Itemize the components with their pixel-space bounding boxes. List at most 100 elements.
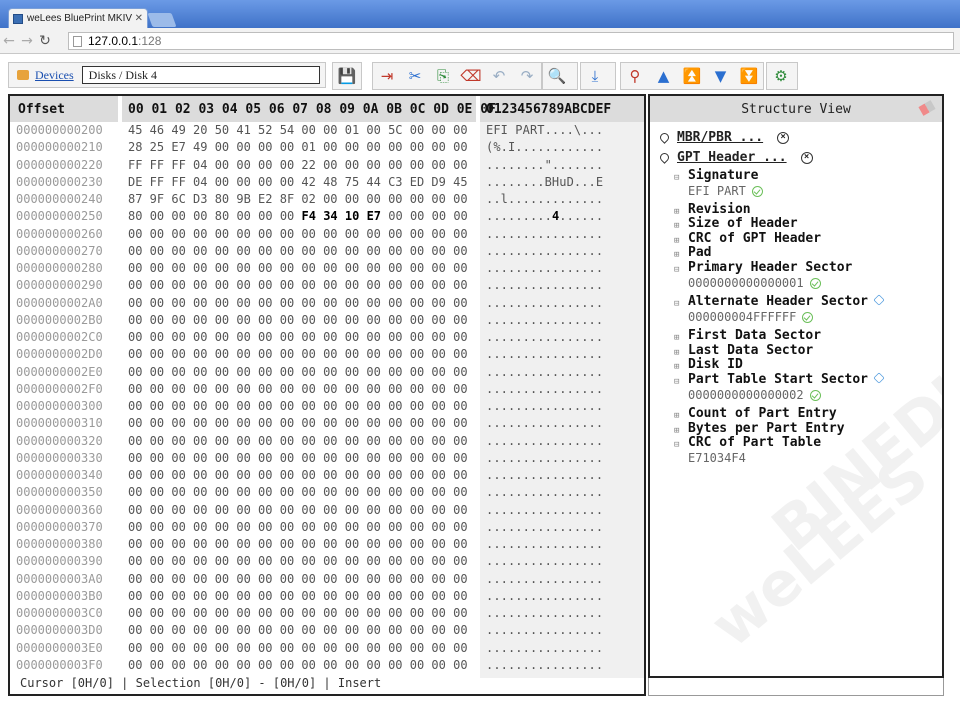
row-ascii[interactable]: ................ [486,571,603,588]
tree-root-mbr[interactable]: MBR/PBR ... × [658,130,790,145]
row-ascii[interactable]: ................ [486,364,603,381]
hex-row[interactable]: 0000000002A0 00 00 00 00 00 00 00 00 00 0… [10,295,644,312]
row-bytes[interactable]: 00 00 00 00 00 00 00 00 00 00 00 00 00 0… [128,243,468,260]
hex-row[interactable]: 000000000280 00 00 00 00 00 00 00 00 00 0… [10,260,644,277]
hex-rows[interactable]: 000000000200 45 46 49 20 50 41 52 54 00 0… [10,122,644,674]
expander-icon[interactable]: ⊞ [674,250,680,260]
row-ascii[interactable]: (%.I............ [486,139,603,156]
row-bytes[interactable]: 00 00 00 00 00 00 00 00 00 00 00 00 00 0… [128,260,468,277]
expander-icon[interactable]: ⊞ [674,221,680,231]
field-size-header[interactable]: Size of Header [688,216,798,231]
row-ascii[interactable]: ................ [486,398,603,415]
expander-icon[interactable]: ⊟ [674,299,680,309]
row-bytes[interactable]: 00 00 00 00 00 00 00 00 00 00 00 00 00 0… [128,450,468,467]
close-circle-icon[interactable]: × [777,131,790,144]
hex-row[interactable]: 0000000002C0 00 00 00 00 00 00 00 00 00 0… [10,329,644,346]
row-ascii[interactable]: ................ [486,622,603,639]
close-circle-icon[interactable]: × [800,151,813,164]
cut-icon[interactable]: ✂ [403,64,427,88]
row-ascii[interactable]: ................ [486,536,603,553]
row-bytes[interactable]: 28 25 E7 49 00 00 00 00 01 00 00 00 00 0… [128,139,468,156]
row-ascii[interactable]: ................ [486,329,603,346]
hex-row[interactable]: 000000000330 00 00 00 00 00 00 00 00 00 0… [10,450,644,467]
row-bytes[interactable]: DE FF FF 04 00 00 00 00 42 48 75 44 C3 E… [128,174,468,191]
row-bytes[interactable]: 00 00 00 00 00 00 00 00 00 00 00 00 00 0… [128,381,468,398]
expander-icon[interactable]: ⊞ [674,207,680,217]
forward-arrow-icon[interactable]: → [18,33,36,49]
devices-link[interactable]: Devices [35,68,74,83]
hex-row[interactable]: 000000000320 00 00 00 00 00 00 00 00 00 0… [10,433,644,450]
row-bytes[interactable]: 00 00 00 00 00 00 00 00 00 00 00 00 00 0… [128,502,468,519]
row-bytes[interactable]: 00 00 00 00 00 00 00 00 00 00 00 00 00 0… [128,536,468,553]
row-ascii[interactable]: ................ [486,467,603,484]
row-ascii[interactable]: ................ [486,588,603,605]
row-ascii[interactable]: ................ [486,312,603,329]
hex-row[interactable]: 000000000210 28 25 E7 49 00 00 00 00 01 0… [10,139,644,156]
row-bytes[interactable]: 00 00 00 00 00 00 00 00 00 00 00 00 00 0… [128,484,468,501]
row-ascii[interactable]: ........BHuD...E [486,174,603,191]
row-ascii[interactable]: ................ [486,450,603,467]
row-bytes[interactable]: 00 00 00 00 00 00 00 00 00 00 00 00 00 0… [128,277,468,294]
field-alternate-header[interactable]: Alternate Header Sector [688,294,885,309]
field-primary-header[interactable]: Primary Header Sector [688,260,852,275]
expander-icon[interactable]: ⊟ [674,173,680,183]
expander-icon[interactable]: ⊞ [674,362,680,372]
field-disk-id[interactable]: Disk ID [688,357,743,372]
hex-row[interactable]: 0000000002D0 00 00 00 00 00 00 00 00 00 0… [10,346,644,363]
erase-icon[interactable]: ⌫ [459,64,483,88]
jump-icon[interactable] [873,294,885,306]
root-label[interactable]: MBR/PBR ... [677,130,763,145]
hex-row[interactable]: 000000000290 00 00 00 00 00 00 00 00 00 0… [10,277,644,294]
hex-row[interactable]: 000000000270 00 00 00 00 00 00 00 00 00 0… [10,243,644,260]
field-bytes-per-entry[interactable]: Bytes per Part Entry [688,421,845,436]
hex-row[interactable]: 000000000240 87 9F 6C D3 80 9B E2 8F 02 0… [10,191,644,208]
cut-to-icon[interactable]: ⇥ [375,64,399,88]
hex-row[interactable]: 000000000300 00 00 00 00 00 00 00 00 00 0… [10,398,644,415]
row-bytes[interactable]: 80 00 00 00 80 00 00 00 F4 34 10 E7 00 0… [128,208,468,225]
row-bytes[interactable]: FF FF FF 04 00 00 00 00 22 00 00 00 00 0… [128,157,468,174]
row-ascii[interactable]: ................ [486,415,603,432]
jump-icon[interactable] [873,372,885,384]
expander-icon[interactable]: ⊟ [674,377,680,387]
row-bytes[interactable]: 00 00 00 00 00 00 00 00 00 00 00 00 00 0… [128,295,468,312]
row-bytes[interactable]: 00 00 00 00 00 00 00 00 00 00 00 00 00 0… [128,657,468,674]
expander-icon[interactable]: ⊟ [674,265,680,275]
row-bytes[interactable]: 00 00 00 00 00 00 00 00 00 00 00 00 00 0… [128,622,468,639]
hex-row[interactable]: 0000000002E0 00 00 00 00 00 00 00 00 00 0… [10,364,644,381]
hex-row[interactable]: 0000000003D0 00 00 00 00 00 00 00 00 00 0… [10,622,644,639]
row-ascii[interactable]: ................ [486,433,603,450]
reload-icon[interactable]: ↻ [36,33,54,49]
row-ascii[interactable]: .........4...... [486,208,603,225]
row-bytes[interactable]: 00 00 00 00 00 00 00 00 00 00 00 00 00 0… [128,519,468,536]
row-ascii[interactable]: ................ [486,295,603,312]
root-label[interactable]: GPT Header ... [677,150,787,165]
location-pin-icon[interactable]: ⚲ [623,64,647,88]
new-tab-button[interactable] [147,13,177,27]
hex-row[interactable]: 000000000200 45 46 49 20 50 41 52 54 00 0… [10,122,644,139]
hex-row[interactable]: 000000000340 00 00 00 00 00 00 00 00 00 0… [10,467,644,484]
path-field[interactable]: Disks / Disk 4 [81,66,320,84]
hex-row[interactable]: 000000000380 00 00 00 00 00 00 00 00 00 0… [10,536,644,553]
expander-icon[interactable]: ⊞ [674,236,680,246]
row-ascii[interactable]: ................ [486,605,603,622]
redo-icon[interactable]: ↷ [515,64,539,88]
row-bytes[interactable]: 00 00 00 00 00 00 00 00 00 00 00 00 00 0… [128,364,468,381]
expander-icon[interactable]: ⊞ [674,411,680,421]
expander-icon[interactable]: ⊞ [674,348,680,358]
address-bar[interactable]: 127.0.0.1:128 [68,32,954,50]
hex-row[interactable]: 0000000003F0 00 00 00 00 00 00 00 00 00 0… [10,657,644,674]
row-ascii[interactable]: ................ [486,484,603,501]
hex-row[interactable]: 000000000310 00 00 00 00 00 00 00 00 00 0… [10,415,644,432]
paste-icon[interactable]: ⎘ [431,64,455,88]
row-bytes[interactable]: 00 00 00 00 00 00 00 00 00 00 00 00 00 0… [128,640,468,657]
arrow-down-icon[interactable]: ▼ [709,64,733,88]
row-ascii[interactable]: ................ [486,346,603,363]
field-pad[interactable]: Pad [688,245,711,260]
row-bytes[interactable]: 00 00 00 00 00 00 00 00 00 00 00 00 00 0… [128,605,468,622]
field-revision[interactable]: Revision [688,202,751,217]
hex-row[interactable]: 000000000390 00 00 00 00 00 00 00 00 00 0… [10,553,644,570]
row-bytes[interactable]: 00 00 00 00 00 00 00 00 00 00 00 00 00 0… [128,467,468,484]
tree-root-gpt[interactable]: GPT Header ... × [658,150,813,165]
field-crc-header[interactable]: CRC of GPT Header [688,231,821,246]
row-ascii[interactable]: ................ [486,226,603,243]
